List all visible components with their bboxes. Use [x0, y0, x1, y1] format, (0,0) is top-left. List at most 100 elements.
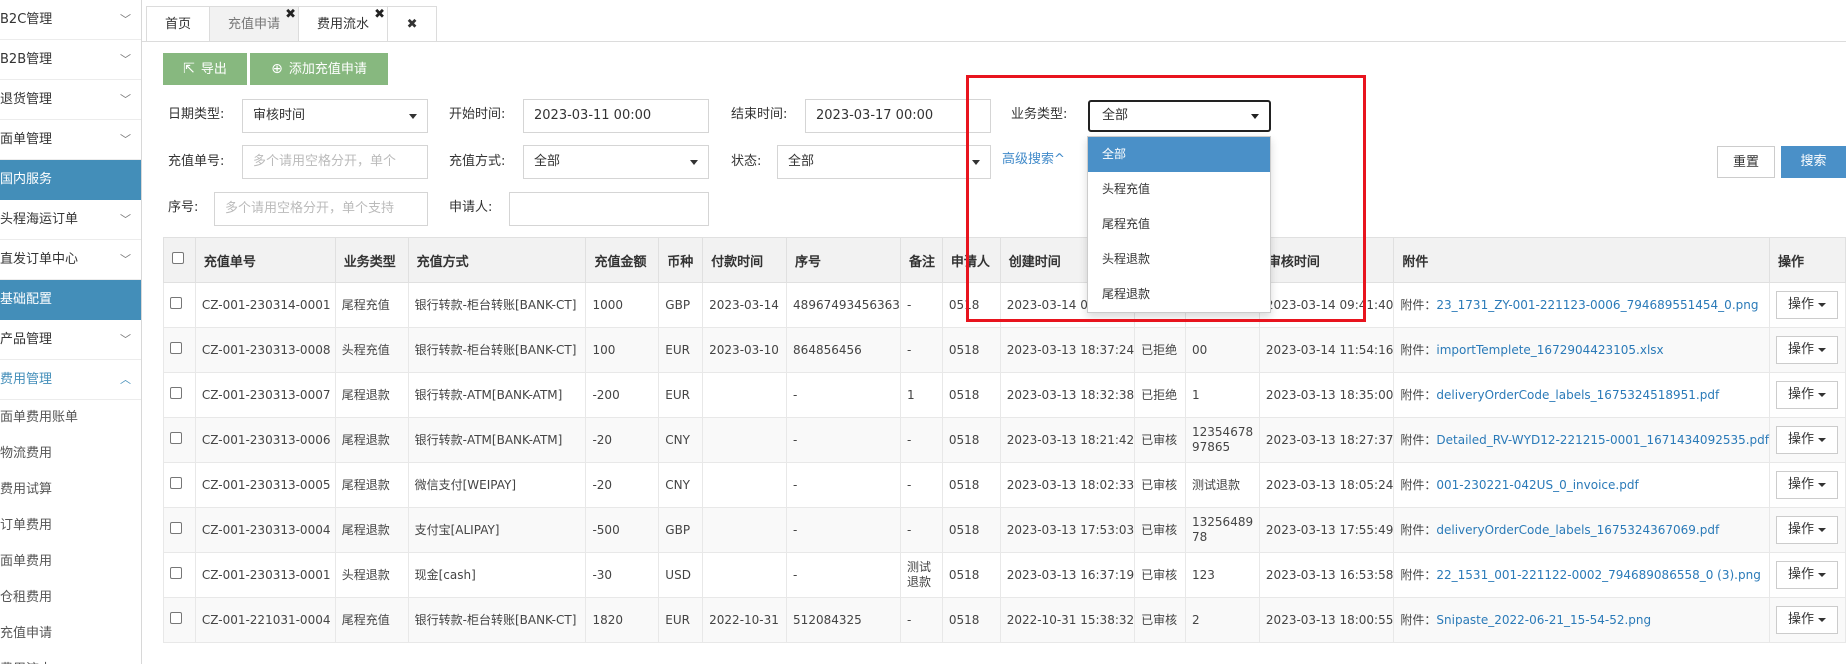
sidebar-item[interactable]: 费用管理 ︿	[0, 360, 141, 400]
tab-expense-flow[interactable]: 费用流水 ✖	[298, 6, 389, 42]
row-checkbox[interactable]	[170, 567, 182, 579]
close-all-tabs-button[interactable]: ✖	[387, 6, 438, 42]
date-type-select[interactable]: 审核时间	[242, 99, 428, 133]
sidebar-item[interactable]: 产品管理 ﹀	[0, 320, 141, 360]
attachment-link[interactable]: Snipaste_2022-06-21_15-54-52.png	[1436, 613, 1651, 627]
tab-recharge-apply[interactable]: 充值申请 ✖	[209, 6, 300, 42]
sidebar-subitem[interactable]: 面单费用	[0, 544, 141, 580]
attachment-link[interactable]: Detailed_RV-WYD12-221215-0001_1671434092…	[1436, 433, 1769, 447]
sidebar-subitem[interactable]: 仓租费用	[0, 580, 141, 616]
end-time-input[interactable]: 2023-03-17 00:00	[805, 99, 991, 133]
cell-operation: 操作	[1769, 462, 1846, 508]
sidebar-item[interactable]: 面单管理 ﹀	[0, 120, 141, 160]
row-checkbox[interactable]	[170, 432, 182, 444]
biz-type-select[interactable]: 全部	[1088, 100, 1271, 132]
start-time-input[interactable]: 2023-03-11 00:00	[523, 99, 709, 133]
cell-status: 已拒绝	[1134, 327, 1187, 373]
sidebar-subitem[interactable]: 充值申请	[0, 616, 141, 652]
method-select[interactable]: 全部	[523, 145, 709, 179]
sidebar-subitem[interactable]: 费用试算	[0, 472, 141, 508]
status-select[interactable]: 全部	[777, 145, 991, 179]
sidebar-subitem[interactable]: 物流费用	[0, 436, 141, 472]
attachment-link[interactable]: deliveryOrderCode_labels_1675324367069.p…	[1436, 523, 1719, 537]
table-row[interactable]: CZ-001-230314-0001 尾程充值 银行转款-柜台转账[BANK-CT]…	[163, 282, 1846, 328]
cell-seq: 48967493456363	[786, 282, 901, 328]
table-row[interactable]: CZ-001-230313-0006 尾程退款 银行转款-ATM[BANK-ATM]…	[163, 417, 1846, 463]
row-checkbox[interactable]	[170, 342, 182, 354]
close-icon[interactable]: ✖	[374, 0, 385, 33]
cell-audited: 2023-03-13 18:27:37	[1258, 417, 1395, 463]
operation-label: 操作	[1788, 342, 1815, 357]
sidebar-item[interactable]: 头程海运订单 ﹀	[0, 200, 141, 240]
operation-dropdown-button[interactable]: 操作	[1776, 606, 1839, 634]
close-icon[interactable]: ✖	[285, 0, 296, 33]
cell-operation: 操作	[1769, 597, 1846, 643]
biz-type-option[interactable]: 尾程充值	[1088, 207, 1270, 242]
caret-down-icon	[1818, 392, 1827, 397]
cell-biz: 尾程退款	[334, 417, 409, 463]
row-checkbox[interactable]	[170, 477, 182, 489]
attachment-link[interactable]: 23_1731_ZY-001-221123-0006_794689551454_…	[1436, 298, 1758, 312]
biz-type-option[interactable]: 全部	[1088, 137, 1270, 172]
applicant-input[interactable]	[509, 192, 709, 226]
sidebar-item[interactable]: B2C管理 ﹀	[0, 0, 141, 40]
table-row[interactable]: CZ-001-221031-0004 尾程充值 银行转款-柜台转账[BANK-CT]…	[163, 597, 1846, 643]
add-recharge-button[interactable]: ⊕ 添加充值申请	[250, 53, 388, 85]
attachment-prefix: 附件：	[1400, 432, 1437, 447]
table-row[interactable]: CZ-001-230313-0004 尾程退款 支付宝[ALIPAY] -500 GBP…	[163, 507, 1846, 553]
operation-dropdown-button[interactable]: 操作	[1776, 291, 1839, 319]
recharge-no-input[interactable]: 多个请用空格分开，单个	[242, 145, 428, 179]
cell-method: 银行转款-柜台转账[BANK-CT]	[407, 282, 587, 328]
biz-type-option[interactable]: 头程退款	[1088, 242, 1270, 277]
seq-input[interactable]: 多个请用空格分开，单个支持	[214, 192, 428, 226]
sidebar-subitem[interactable]: 订单费用	[0, 508, 141, 544]
row-checkbox[interactable]	[170, 612, 182, 624]
cell-biz: 头程充值	[334, 327, 409, 373]
export-button[interactable]: ⇱ 导出	[163, 53, 247, 85]
select-all-checkbox[interactable]	[172, 252, 184, 264]
table-row[interactable]: CZ-001-230313-0005 尾程退款 微信支付[WEIPAY] -20 CNY…	[163, 462, 1846, 508]
attachment-prefix: 附件：	[1400, 297, 1437, 312]
attachment-link[interactable]: importTemplete_1672904423105.xlsx	[1436, 343, 1663, 357]
attachment-link[interactable]: 001-230221-042US_0_invoice.pdf	[1436, 478, 1638, 492]
biz-type-label: 业务类型:	[1011, 107, 1068, 122]
sidebar-subitem[interactable]: 面单费用账单	[0, 400, 141, 436]
operation-dropdown-button[interactable]: 操作	[1776, 516, 1839, 544]
chevron-down-icon: ﹀	[120, 13, 131, 26]
sidebar-subitem[interactable]: 费用流水	[0, 652, 141, 664]
biz-type-option[interactable]: 尾程退款	[1088, 277, 1270, 312]
table-row[interactable]: CZ-001-230313-0007 尾程退款 银行转款-ATM[BANK-ATM]…	[163, 372, 1846, 418]
biz-type-option[interactable]: 头程充值	[1088, 172, 1270, 207]
chevron-up-icon: ︿	[120, 373, 131, 386]
operation-dropdown-button[interactable]: 操作	[1776, 336, 1839, 364]
operation-dropdown-button[interactable]: 操作	[1776, 561, 1839, 589]
cell-created: 2023-03-13 18:02:33	[999, 462, 1136, 508]
cell-applicant: 0518	[941, 327, 1001, 373]
cell-amount: -30	[585, 552, 660, 598]
table-row[interactable]: CZ-001-230313-0001 头程退款 现金[cash] -30 USD - 测试 …	[163, 552, 1846, 598]
row-checkbox[interactable]	[170, 387, 182, 399]
sidebar-item[interactable]: 国内服务	[0, 160, 141, 200]
cell-applicant: 0518	[941, 417, 1001, 463]
sidebar-item[interactable]: B2B管理 ﹀	[0, 40, 141, 80]
reset-button[interactable]: 重置	[1717, 146, 1775, 178]
sidebar-item[interactable]: 基础配置	[0, 280, 141, 320]
sidebar-item[interactable]: 直发订单中心 ﹀	[0, 240, 141, 280]
row-checkbox-cell	[163, 417, 196, 463]
tab-home[interactable]: 首页	[146, 6, 211, 42]
search-button[interactable]: 搜索	[1781, 146, 1846, 178]
operation-dropdown-button[interactable]: 操作	[1776, 426, 1839, 454]
sidebar-item[interactable]: 退货管理 ﹀	[0, 80, 141, 120]
row-checkbox[interactable]	[170, 522, 182, 534]
caret-down-icon	[1818, 572, 1827, 577]
row-checkbox[interactable]	[170, 297, 182, 309]
advanced-search-link[interactable]: 高级搜索^	[1002, 148, 1065, 167]
operation-dropdown-button[interactable]: 操作	[1776, 381, 1839, 409]
cell-no: CZ-001-230313-0001	[194, 552, 336, 598]
attachment-link[interactable]: deliveryOrderCode_labels_1675324518951.p…	[1436, 388, 1719, 402]
tab-divider	[142, 41, 1846, 42]
table-row[interactable]: CZ-001-230313-0008 头程充值 银行转款-柜台转账[BANK-CT]…	[163, 327, 1846, 373]
attachment-link[interactable]: 22_1531_001-221122-0002_794689086558_0 (…	[1436, 568, 1760, 582]
operation-dropdown-button[interactable]: 操作	[1776, 471, 1839, 499]
cell-method: 现金[cash]	[407, 552, 587, 598]
